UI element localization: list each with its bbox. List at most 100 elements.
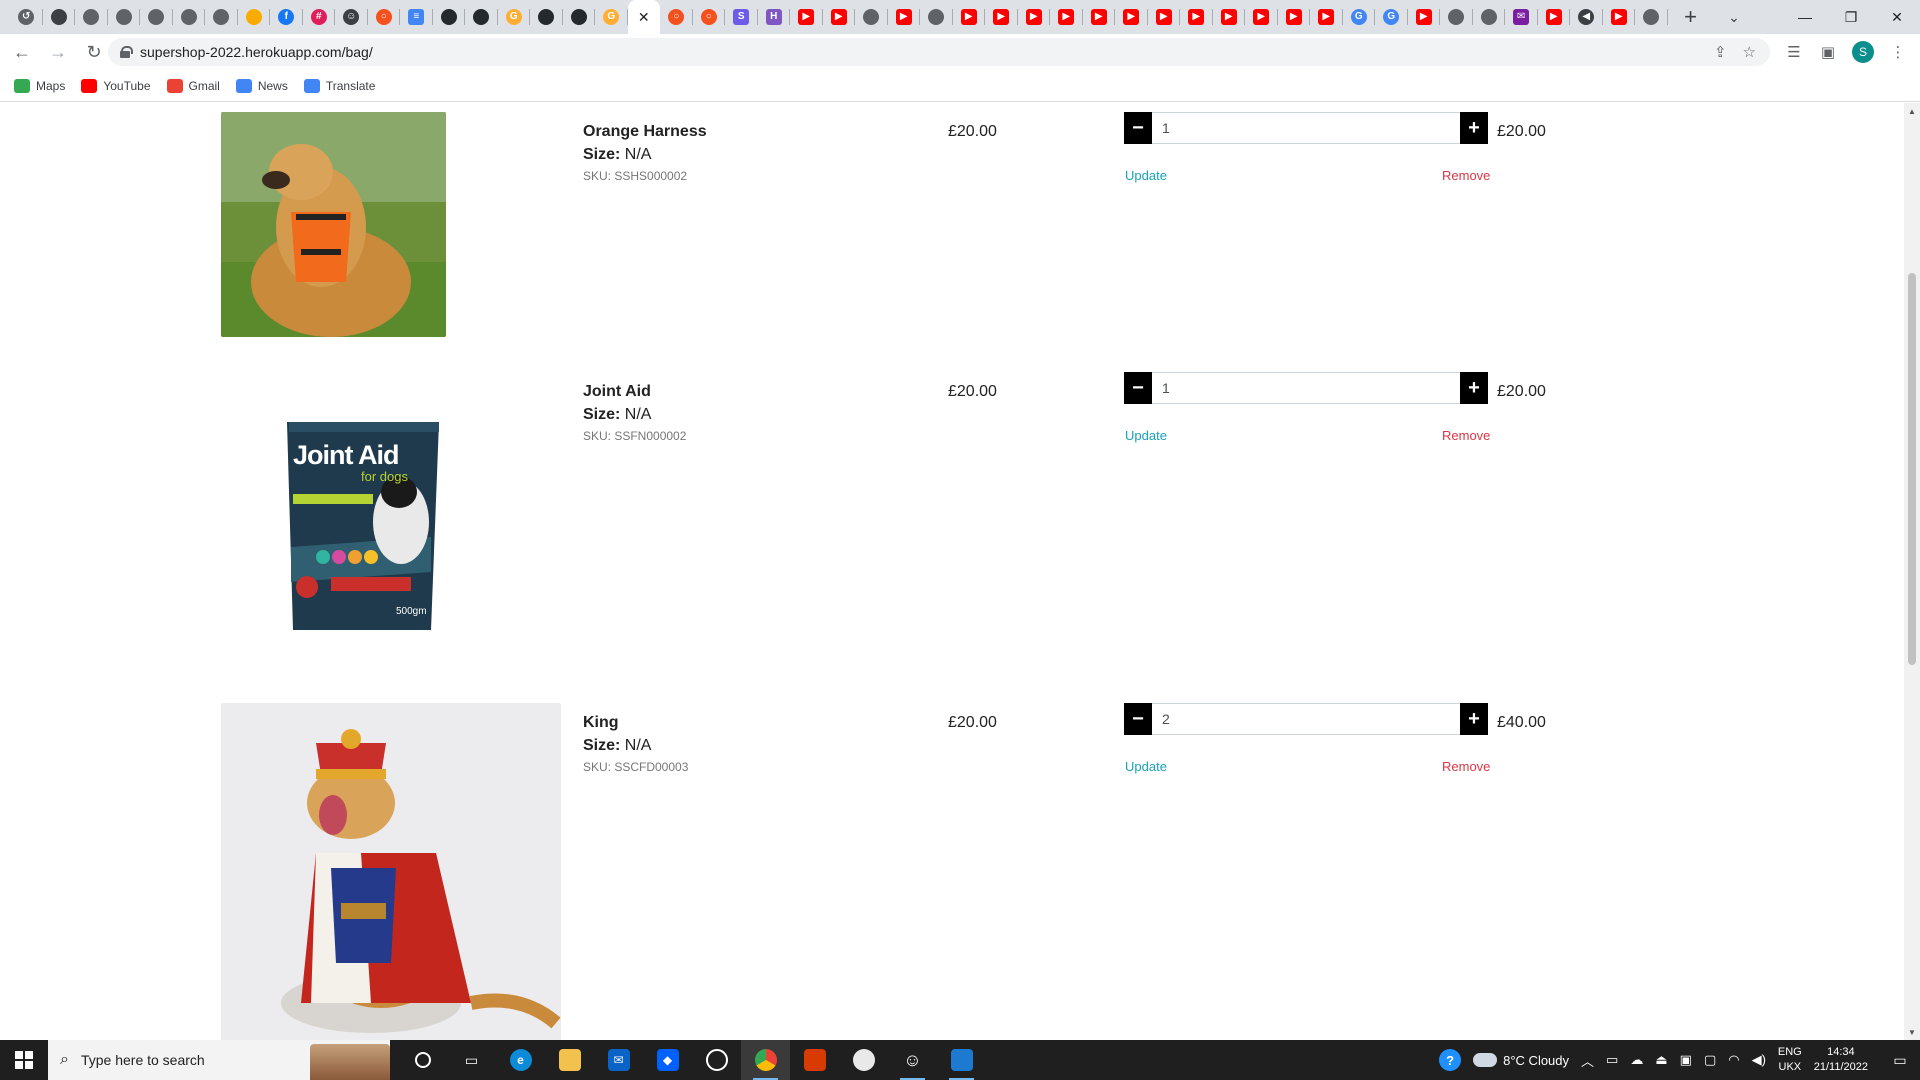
tab-close-icon[interactable]: ✕ <box>638 9 650 26</box>
weather-widget[interactable]: 8°C Cloudy <box>1473 1053 1569 1068</box>
browser-tab[interactable]: ○ <box>368 0 401 34</box>
edge-icon[interactable]: e <box>496 1040 545 1080</box>
menu-kebab-icon[interactable]: ⋮ <box>1888 43 1908 61</box>
page-scrollbar[interactable]: ▲ ▼ <box>1904 103 1920 1040</box>
lock-icon[interactable] <box>120 46 133 58</box>
reload-button[interactable]: ↻ <box>80 38 108 66</box>
bookmark-news[interactable]: News <box>235 78 288 93</box>
browser-tab[interactable]: # <box>303 0 336 34</box>
browser-tab[interactable]: ▶ <box>888 0 921 34</box>
decrement-button[interactable]: − <box>1124 703 1152 735</box>
browser-tab[interactable]: ▶ <box>1115 0 1148 34</box>
taskbar-search[interactable]: ⌕ Type here to search <box>48 1040 390 1080</box>
media-queue-icon[interactable]: ☰ <box>1784 43 1804 61</box>
window-close-button[interactable]: ✕ <box>1874 0 1920 34</box>
increment-button[interactable]: + <box>1460 112 1488 144</box>
notifications-icon[interactable]: ▭ <box>1880 1052 1920 1069</box>
browser-tab[interactable]: ▶ <box>823 0 856 34</box>
clock[interactable]: 14:34 21/11/2022 <box>1814 1045 1868 1075</box>
photos-icon[interactable] <box>937 1040 986 1080</box>
browser-tab[interactable]: S <box>725 0 758 34</box>
browser-tab[interactable]: ○ <box>660 0 693 34</box>
scrollbar-thumb[interactable] <box>1908 273 1916 665</box>
quantity-input[interactable]: 2 <box>1152 703 1460 735</box>
browser-tab[interactable]: ▶ <box>1213 0 1246 34</box>
browser-tab[interactable] <box>530 0 563 34</box>
browser-tab[interactable] <box>920 0 953 34</box>
url-text[interactable]: supershop-2022.herokuapp.com/bag/ <box>140 44 373 60</box>
side-panel-icon[interactable]: ▣ <box>1818 43 1838 61</box>
browser-tab[interactable]: ▶ <box>1278 0 1311 34</box>
remove-link[interactable]: Remove <box>1442 168 1490 183</box>
browser-tab[interactable]: ▶ <box>1148 0 1181 34</box>
browser-tab[interactable]: ☺ <box>335 0 368 34</box>
active-tab[interactable]: ✕ <box>627 0 660 34</box>
bookmark-gmail[interactable]: Gmail <box>166 78 220 93</box>
browser-tab[interactable]: ▶ <box>1083 0 1116 34</box>
browser-tab[interactable]: ✉ <box>1505 0 1538 34</box>
file-explorer-icon[interactable] <box>545 1040 594 1080</box>
browser-tab[interactable] <box>433 0 466 34</box>
browser-tab[interactable] <box>465 0 498 34</box>
browser-tab[interactable]: ▶ <box>1408 0 1441 34</box>
emoji-app-icon[interactable]: ☺ <box>888 1040 937 1080</box>
new-tab-button[interactable]: + <box>1674 0 1708 34</box>
wifi-icon[interactable]: ◠ <box>1728 1052 1739 1068</box>
browser-tab[interactable]: H <box>758 0 791 34</box>
display-icon[interactable]: ▣ <box>1680 1052 1692 1068</box>
dropbox-icon[interactable]: ◆ <box>643 1040 692 1080</box>
browser-tab[interactable] <box>1473 0 1506 34</box>
browser-tab[interactable] <box>563 0 596 34</box>
task-view-icon[interactable]: ▭ <box>447 1040 496 1080</box>
meet-icon[interactable]: ▢ <box>1704 1052 1716 1068</box>
decrement-button[interactable]: − <box>1124 372 1152 404</box>
browser-tab[interactable]: ▶ <box>953 0 986 34</box>
restore-button[interactable]: ❐ <box>1828 0 1874 34</box>
bookmark-maps[interactable]: Maps <box>14 78 65 93</box>
browser-tab[interactable] <box>1440 0 1473 34</box>
onedrive-icon[interactable]: ☁ <box>1630 1052 1643 1068</box>
cortana-icon[interactable] <box>398 1040 447 1080</box>
decrement-button[interactable]: − <box>1124 112 1152 144</box>
tray-overflow-icon[interactable]: ︿ <box>1581 1051 1594 1070</box>
browser-tab[interactable]: ▶ <box>1538 0 1571 34</box>
forward-button[interactable]: → <box>44 38 72 66</box>
browser-tab[interactable]: G <box>1343 0 1376 34</box>
browser-tab[interactable]: ▶ <box>1180 0 1213 34</box>
browser-tab[interactable] <box>173 0 206 34</box>
minimize-button[interactable]: — <box>1782 0 1828 34</box>
remove-link[interactable]: Remove <box>1442 759 1490 774</box>
chrome-icon[interactable] <box>741 1040 790 1080</box>
browser-tab[interactable]: ▶ <box>985 0 1018 34</box>
browser-tab[interactable]: ↺ <box>10 0 43 34</box>
browser-tab[interactable] <box>855 0 888 34</box>
bookmark-translate[interactable]: Translate <box>303 78 375 93</box>
browser-tab[interactable] <box>108 0 141 34</box>
browser-tab[interactable]: f <box>270 0 303 34</box>
volume-icon[interactable]: ◀) <box>1752 1052 1766 1068</box>
scroll-up-icon[interactable]: ▲ <box>1904 103 1920 119</box>
browser-tab[interactable]: G <box>1375 0 1408 34</box>
browser-tab[interactable]: ▶ <box>1050 0 1083 34</box>
browser-tab[interactable] <box>238 0 271 34</box>
remove-link[interactable]: Remove <box>1442 428 1490 443</box>
browser-tab[interactable]: ≡ <box>400 0 433 34</box>
office-icon[interactable] <box>790 1040 839 1080</box>
browser-tab[interactable] <box>140 0 173 34</box>
share-icon[interactable]: ⇪ <box>1714 43 1727 61</box>
update-link[interactable]: Update <box>1125 168 1167 183</box>
increment-button[interactable]: + <box>1460 372 1488 404</box>
language-indicator[interactable]: ENG UKX <box>1778 1045 1802 1075</box>
bookmark-star-icon[interactable]: ☆ <box>1743 43 1756 61</box>
paint-icon[interactable] <box>839 1040 888 1080</box>
bookmark-youtube[interactable]: YouTube <box>81 78 151 93</box>
quantity-input[interactable]: 1 <box>1152 112 1460 144</box>
update-link[interactable]: Update <box>1125 759 1167 774</box>
usb-icon[interactable]: ⏏ <box>1655 1052 1667 1068</box>
browser-tab[interactable]: ▶ <box>1310 0 1343 34</box>
browser-tab[interactable]: G <box>595 0 628 34</box>
profile-avatar[interactable]: S <box>1852 41 1874 63</box>
quantity-input[interactable]: 1 <box>1152 372 1460 404</box>
browser-tab[interactable]: ◀ <box>1570 0 1603 34</box>
increment-button[interactable]: + <box>1460 703 1488 735</box>
